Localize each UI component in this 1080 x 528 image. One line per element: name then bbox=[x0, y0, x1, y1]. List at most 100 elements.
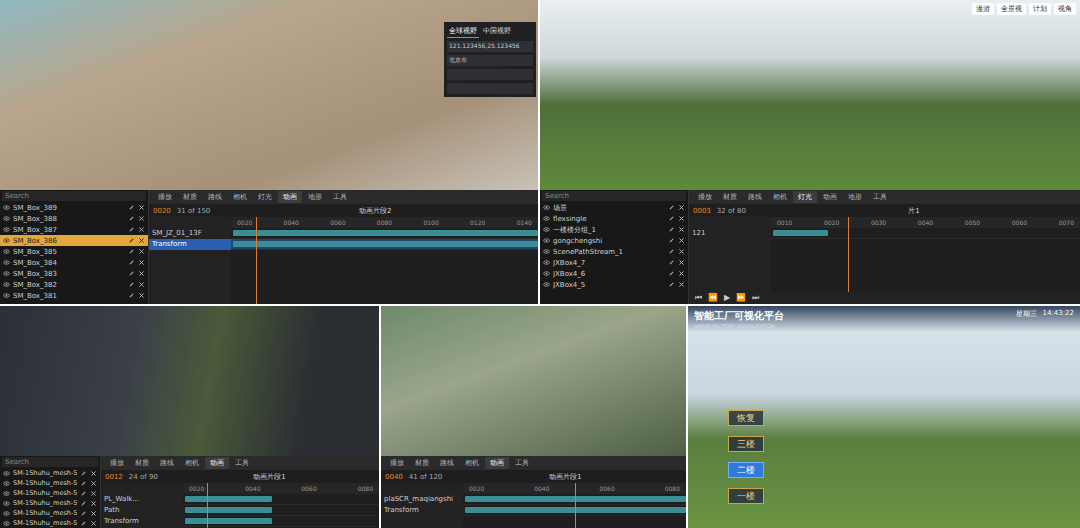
eye-icon[interactable] bbox=[543, 237, 550, 244]
track-bar[interactable] bbox=[465, 507, 686, 513]
playhead[interactable] bbox=[256, 217, 257, 304]
pencil-icon[interactable] bbox=[128, 215, 135, 222]
pencil-icon[interactable] bbox=[668, 270, 675, 277]
eye-icon[interactable] bbox=[3, 248, 10, 255]
track-lane[interactable] bbox=[183, 494, 379, 505]
pencil-icon[interactable] bbox=[128, 281, 135, 288]
close-icon[interactable] bbox=[678, 248, 685, 255]
close-icon[interactable] bbox=[90, 510, 97, 517]
toolbar-tab[interactable]: 路线 bbox=[203, 191, 227, 203]
map-field[interactable]: 北京市 bbox=[447, 55, 533, 66]
toolbar-tab[interactable]: 材质 bbox=[130, 457, 154, 469]
toolbar-tab[interactable]: 灯光 bbox=[793, 191, 817, 203]
map-tab[interactable]: 全球视野 bbox=[447, 25, 479, 38]
transport-button[interactable]: ⏪ bbox=[708, 293, 718, 303]
toolbar-tab[interactable]: 材质 bbox=[410, 457, 434, 469]
track-lane[interactable] bbox=[771, 228, 1080, 239]
eye-icon[interactable] bbox=[3, 237, 10, 244]
track-lane[interactable] bbox=[231, 239, 538, 250]
ruler[interactable]: 0010002000300040005000600070 bbox=[771, 217, 1080, 228]
close-icon[interactable] bbox=[678, 270, 685, 277]
toolbar-tab[interactable]: 灯光 bbox=[253, 191, 277, 203]
eye-icon[interactable] bbox=[3, 292, 10, 299]
pencil-icon[interactable] bbox=[668, 204, 675, 211]
pencil-icon[interactable] bbox=[128, 270, 135, 277]
view-button[interactable]: 全景视 bbox=[997, 3, 1026, 15]
eye-icon[interactable] bbox=[3, 259, 10, 266]
toolbar-tab[interactable]: 工具 bbox=[868, 191, 892, 203]
toolbar-tab[interactable]: 相机 bbox=[228, 191, 252, 203]
outliner-row[interactable]: SM-1Shuhu_mesh-531 bbox=[0, 518, 100, 528]
floor-button[interactable]: 二楼 bbox=[728, 462, 764, 478]
track-bar[interactable] bbox=[773, 230, 828, 236]
transport-button[interactable]: ⏭ bbox=[752, 293, 759, 303]
close-icon[interactable] bbox=[90, 500, 97, 507]
transport-button[interactable]: ▶ bbox=[724, 293, 730, 303]
playhead[interactable] bbox=[207, 483, 208, 528]
pencil-icon[interactable] bbox=[80, 510, 87, 517]
outliner-row[interactable]: gongchengshi bbox=[540, 235, 688, 246]
map-field[interactable] bbox=[447, 69, 533, 80]
scene-viewport[interactable]: 全球视野中国视野 121.123456,25.123456北京市 bbox=[0, 0, 538, 190]
outliner-row[interactable]: JXBox4_6 bbox=[540, 268, 688, 279]
pencil-icon[interactable] bbox=[668, 259, 675, 266]
scene-viewport[interactable] bbox=[381, 306, 686, 456]
ruler[interactable]: 0020004000600080010001200140 bbox=[231, 217, 538, 228]
outliner-row[interactable]: SM_Box_389 bbox=[0, 202, 148, 213]
toolbar-tab[interactable]: 路线 bbox=[435, 457, 459, 469]
toolbar-tab[interactable]: 路线 bbox=[743, 191, 767, 203]
toolbar-tab[interactable]: 地形 bbox=[843, 191, 867, 203]
frame-field[interactable]: 0040 bbox=[385, 473, 403, 481]
toolbar-tab[interactable]: 路线 bbox=[155, 457, 179, 469]
toolbar-tab[interactable]: 相机 bbox=[180, 457, 204, 469]
eye-icon[interactable] bbox=[3, 270, 10, 277]
pencil-icon[interactable] bbox=[128, 259, 135, 266]
map-tab[interactable]: 中国视野 bbox=[481, 25, 513, 38]
eye-icon[interactable] bbox=[3, 281, 10, 288]
outliner-row[interactable]: SM_Box_386 bbox=[0, 235, 148, 246]
view-button[interactable]: 计划 bbox=[1029, 3, 1051, 15]
transport-button[interactable]: ⏮ bbox=[695, 293, 702, 303]
close-icon[interactable] bbox=[678, 204, 685, 211]
outliner-row[interactable]: SM-1Shuhu_mesh-535 bbox=[0, 478, 100, 488]
eye-icon[interactable] bbox=[3, 490, 10, 497]
outliner-row[interactable]: SM_Box_384 bbox=[0, 257, 148, 268]
eye-icon[interactable] bbox=[543, 248, 550, 255]
toolbar-tab[interactable]: 播放 bbox=[385, 457, 409, 469]
eye-icon[interactable] bbox=[3, 520, 10, 527]
toolbar-tab[interactable]: 工具 bbox=[328, 191, 352, 203]
toolbar-tab[interactable]: 地形 bbox=[303, 191, 327, 203]
scene-viewport[interactable] bbox=[0, 306, 379, 456]
close-icon[interactable] bbox=[678, 226, 685, 233]
close-icon[interactable] bbox=[138, 270, 145, 277]
toolbar-tab[interactable]: 材质 bbox=[718, 191, 742, 203]
close-icon[interactable] bbox=[138, 281, 145, 288]
close-icon[interactable] bbox=[138, 204, 145, 211]
pencil-icon[interactable] bbox=[128, 226, 135, 233]
toolbar-tab[interactable]: 播放 bbox=[153, 191, 177, 203]
close-icon[interactable] bbox=[678, 259, 685, 266]
floor-button[interactable]: 恢复 bbox=[728, 410, 764, 426]
outliner-row[interactable]: SM_Box_387 bbox=[0, 224, 148, 235]
outliner-row[interactable]: SM-1Shuhu_mesh-536 bbox=[0, 468, 100, 478]
close-icon[interactable] bbox=[138, 292, 145, 299]
playhead[interactable] bbox=[575, 483, 576, 528]
pencil-icon[interactable] bbox=[668, 248, 675, 255]
outliner-row[interactable]: SM-1Shuhu_mesh-533 bbox=[0, 498, 100, 508]
pencil-icon[interactable] bbox=[128, 237, 135, 244]
track-label[interactable]: Path bbox=[101, 505, 183, 516]
outliner-row[interactable]: 一楼楼分组_1 bbox=[540, 224, 688, 235]
outliner-row[interactable]: SM_Box_383 bbox=[0, 268, 148, 279]
outliner-row[interactable]: SM_Box_385 bbox=[0, 246, 148, 257]
map-field[interactable] bbox=[447, 83, 533, 94]
eye-icon[interactable] bbox=[3, 510, 10, 517]
close-icon[interactable] bbox=[90, 520, 97, 527]
pencil-icon[interactable] bbox=[80, 500, 87, 507]
outliner-row[interactable]: ScenePathStream_1 bbox=[540, 246, 688, 257]
pencil-icon[interactable] bbox=[128, 292, 135, 299]
pencil-icon[interactable] bbox=[668, 215, 675, 222]
outliner-row[interactable]: SM_Box_381 bbox=[0, 290, 148, 301]
outliner-row[interactable]: JXBox4_7 bbox=[540, 257, 688, 268]
close-icon[interactable] bbox=[678, 215, 685, 222]
search-field[interactable]: Search bbox=[2, 457, 98, 467]
